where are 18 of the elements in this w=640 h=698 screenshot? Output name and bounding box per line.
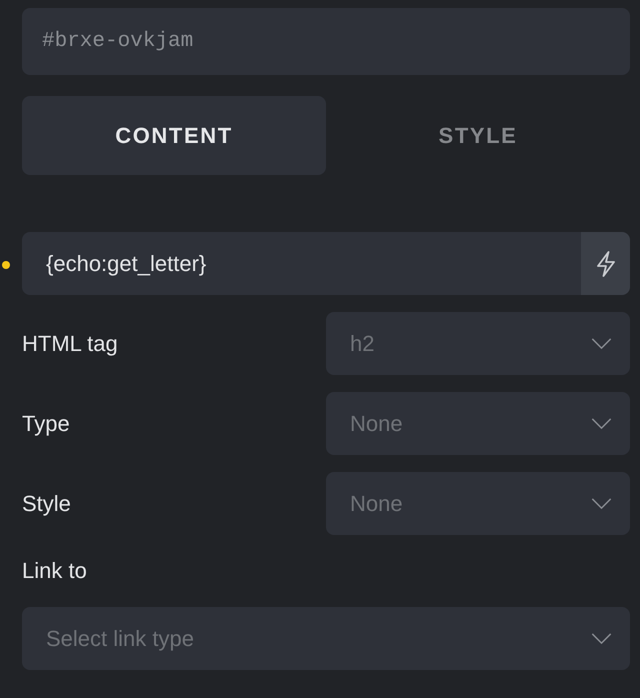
text-input[interactable]: {echo:get_letter} (22, 232, 581, 295)
select-dropdown[interactable]: None (326, 472, 630, 535)
chevron-down-icon (591, 418, 612, 429)
field-label: Style (22, 490, 71, 516)
select-dropdown[interactable]: h2 (326, 312, 630, 375)
chevron-down-icon (591, 338, 612, 349)
select-dropdown[interactable]: Select link type (22, 607, 630, 670)
tab[interactable]: STYLE (326, 96, 630, 175)
chevron-down-icon (591, 633, 612, 644)
lightning-icon (596, 250, 616, 276)
field-label: Type (22, 410, 70, 436)
css-id-field[interactable]: #brxe-ovkjam (22, 8, 630, 75)
tab[interactable]: CONTENT (22, 96, 326, 175)
select-dropdown[interactable]: None (326, 392, 630, 455)
chevron-down-icon (591, 498, 612, 509)
field-label: Link to (22, 557, 87, 585)
field-label: HTML tag (22, 330, 118, 356)
dynamic-data-button[interactable] (581, 232, 630, 295)
